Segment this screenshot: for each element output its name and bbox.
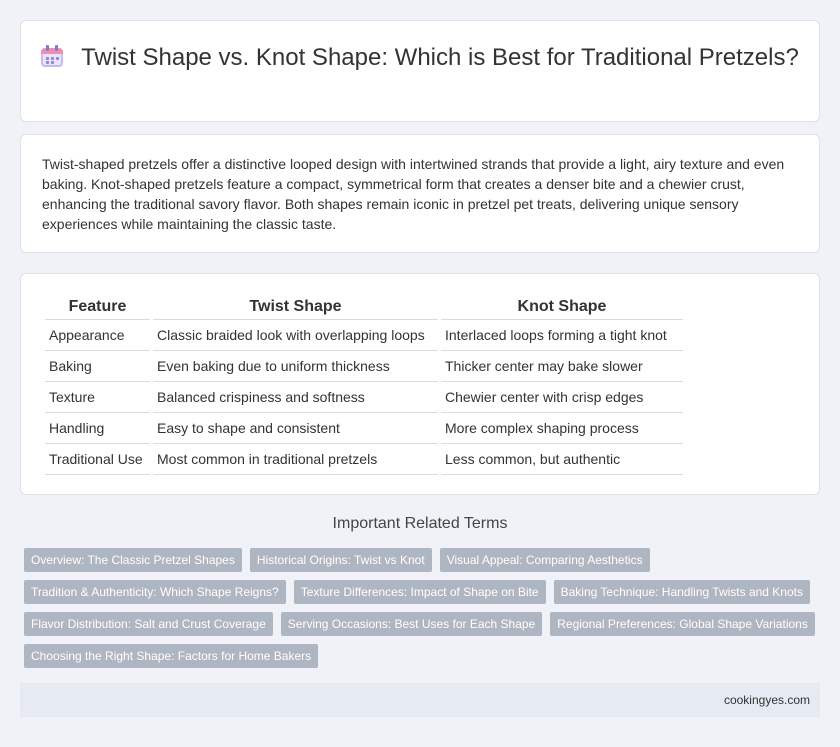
table-row: Appearance Classic braided look with ove… [45, 320, 683, 351]
footer-site-name[interactable]: cookingyes.com [724, 693, 810, 707]
related-term-tag[interactable]: Visual Appeal: Comparing Aesthetics [439, 548, 650, 572]
feature-cell: Texture [45, 382, 150, 413]
header-knot: Knot Shape [441, 294, 683, 320]
related-term-tag[interactable]: Regional Preferences: Global Shape Varia… [550, 612, 815, 636]
related-term-tag[interactable]: Texture Differences: Impact of Shape on … [293, 580, 546, 604]
feature-cell: Traditional Use [45, 444, 150, 475]
knot-cell: More complex shaping process [441, 413, 683, 444]
header-feature: Feature [45, 294, 150, 320]
related-term-tag[interactable]: Serving Occasions: Best Uses for Each Sh… [280, 612, 543, 636]
table-row: Traditional Use Most common in tradition… [45, 444, 683, 475]
knot-cell: Thicker center may bake slower [441, 351, 683, 382]
table-row: Handling Easy to shape and consistent Mo… [45, 413, 683, 444]
related-term-tag[interactable]: Tradition & Authenticity: Which Shape Re… [24, 580, 286, 604]
related-term-tag[interactable]: Overview: The Classic Pretzel Shapes [24, 548, 242, 572]
comparison-card: Feature Twist Shape Knot Shape Appearanc… [20, 273, 820, 495]
related-term-tag[interactable]: Historical Origins: Twist vs Knot [249, 548, 432, 572]
knot-cell: Less common, but authentic [441, 444, 683, 475]
table-row: Baking Even baking due to uniform thickn… [45, 351, 683, 382]
table-header-row: Feature Twist Shape Knot Shape [45, 294, 683, 320]
twist-cell: Classic braided look with overlapping lo… [153, 320, 438, 351]
twist-cell: Even baking due to uniform thickness [153, 351, 438, 382]
related-terms-heading: Important Related Terms [332, 515, 508, 532]
table-row: Texture Balanced crispiness and softness… [45, 382, 683, 413]
knot-cell: Chewier center with crisp edges [441, 382, 683, 413]
page-title: Twist Shape vs. Knot Shape: Which is Bes… [81, 44, 799, 71]
footer: cookingyes.com [20, 683, 820, 717]
twist-cell: Most common in traditional pretzels [153, 444, 438, 475]
comparison-table: Feature Twist Shape Knot Shape Appearanc… [42, 294, 686, 475]
calendar-icon [41, 45, 64, 67]
twist-cell: Easy to shape and consistent [153, 413, 438, 444]
related-term-tag[interactable]: Flavor Distribution: Salt and Crust Cove… [24, 612, 273, 636]
related-term-tag[interactable]: Choosing the Right Shape: Factors for Ho… [24, 644, 319, 668]
intro-paragraph: Twist-shaped pretzels offer a distinctiv… [42, 156, 785, 232]
title-card: Twist Shape vs. Knot Shape: Which is Bes… [20, 20, 820, 122]
header-twist: Twist Shape [153, 294, 438, 320]
feature-cell: Handling [45, 413, 150, 444]
page-title-row: Twist Shape vs. Knot Shape: Which is Bes… [21, 43, 819, 73]
intro-card: Twist-shaped pretzels offer a distinctiv… [20, 134, 820, 253]
twist-cell: Balanced crispiness and softness [153, 382, 438, 413]
related-terms-list: Overview: The Classic Pretzel Shapes His… [24, 548, 824, 668]
knot-cell: Interlaced loops forming a tight knot [441, 320, 683, 351]
related-term-tag[interactable]: Baking Technique: Handling Twists and Kn… [553, 580, 810, 604]
feature-cell: Baking [45, 351, 150, 382]
feature-cell: Appearance [45, 320, 150, 351]
